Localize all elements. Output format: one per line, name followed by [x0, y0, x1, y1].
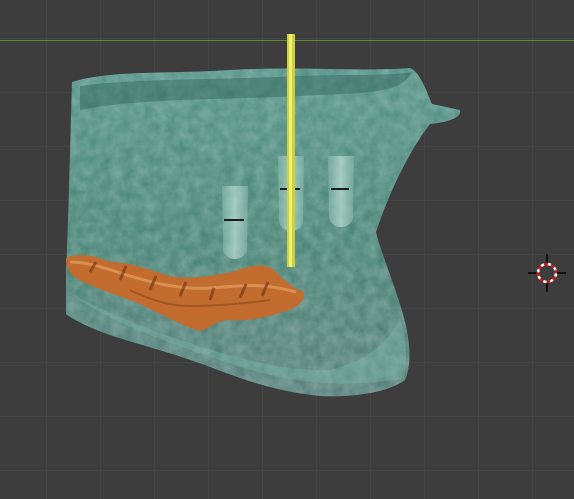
- 3d-cursor-icon[interactable]: [528, 254, 566, 292]
- implant-guide-pin[interactable]: [287, 34, 295, 267]
- dental-implant-right[interactable]: [328, 156, 354, 227]
- scene-view[interactable]: [0, 0, 574, 499]
- jaw-bone-mesh[interactable]: [66, 68, 461, 397]
- implant-left-marker: [224, 219, 244, 221]
- implant-right-marker: [331, 188, 349, 190]
- dental-implant-left[interactable]: [222, 186, 248, 259]
- 3d-viewport[interactable]: [0, 0, 574, 499]
